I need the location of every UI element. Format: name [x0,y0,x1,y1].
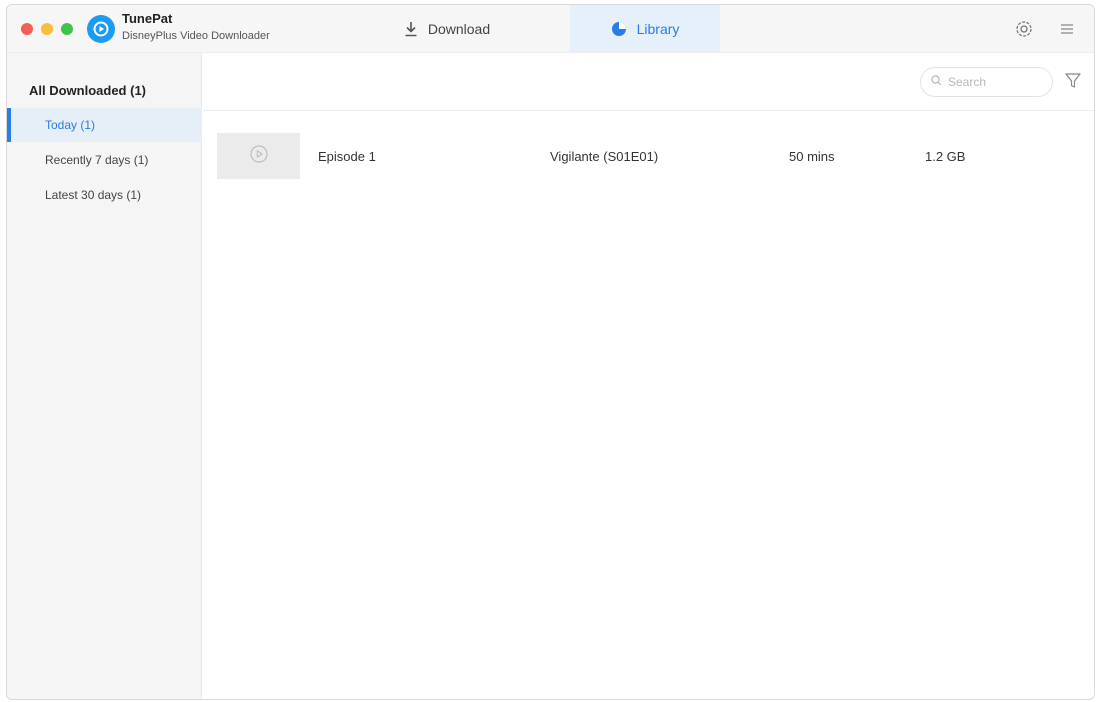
minimize-window-button[interactable] [41,23,53,35]
search-box[interactable] [920,67,1053,97]
maximize-window-button[interactable] [61,23,73,35]
app-window: TunePat DisneyPlus Video Downloader Down… [6,4,1095,700]
table-row[interactable]: Episode 1 Vigilante (S01E01) 50 mins 1.2… [203,125,1094,185]
app-subtitle: DisneyPlus Video Downloader [122,30,270,42]
sidebar-item-today[interactable]: Today (1) [7,108,202,142]
sidebar-item-label: Latest 30 days (1) [45,188,142,202]
video-title: Episode 1 [318,149,376,164]
sidebar: All Downloaded (1) Today (1) Recently 7 … [7,53,202,699]
app-name: TunePat [122,11,173,26]
tab-download[interactable]: Download [382,5,512,52]
video-size: 1.2 GB [925,149,966,164]
gear-icon[interactable] [1014,19,1034,39]
search-input[interactable] [948,75,1043,89]
sidebar-item-latest-30-days[interactable]: Latest 30 days (1) [7,178,202,212]
search-icon [931,75,942,89]
tab-download-label: Download [427,20,491,37]
video-thumbnail[interactable] [217,133,300,179]
filter-icon[interactable] [1063,71,1083,91]
close-window-button[interactable] [21,23,33,35]
tab-library[interactable]: Library [570,5,720,52]
tab-library-label: Library [636,20,680,37]
video-duration: 50 mins [789,149,835,164]
menu-icon[interactable] [1057,19,1077,39]
sidebar-item-recent-7-days[interactable]: Recently 7 days (1) [7,143,202,177]
video-series: Vigilante (S01E01) [550,149,659,164]
title-bar: TunePat DisneyPlus Video Downloader Down… [7,5,1094,53]
library-icon [611,21,627,37]
sidebar-item-label: Today (1) [45,118,96,132]
library-toolbar [203,53,1094,111]
app-logo-icon [87,15,115,43]
sidebar-item-label: Recently 7 days (1) [45,153,149,167]
download-icon [404,21,418,37]
sidebar-header-all-downloaded[interactable]: All Downloaded (1) [29,83,146,98]
play-icon[interactable] [249,144,269,169]
